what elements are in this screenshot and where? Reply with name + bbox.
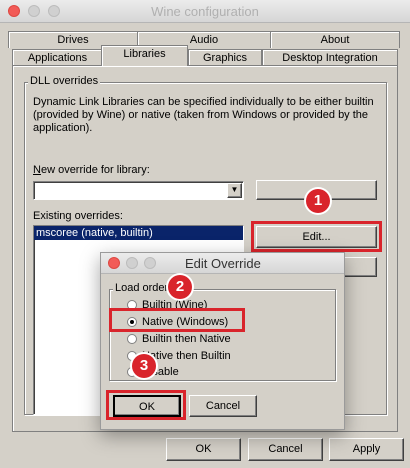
ok-highlight-box	[106, 390, 186, 420]
native-highlight-box	[109, 308, 245, 332]
dialog-zoom-button[interactable]	[144, 257, 156, 269]
ok-button[interactable]: OK	[166, 438, 241, 461]
dialog-close-button[interactable]	[108, 257, 120, 269]
dialog-cancel-button[interactable]: Cancel	[189, 395, 257, 417]
edit-highlight-box	[251, 221, 382, 252]
annotation-badge-1: 1	[306, 189, 330, 213]
dialog-minimize-button[interactable]	[126, 257, 138, 269]
dropdown-arrow-button[interactable]: ▼	[227, 183, 242, 198]
chevron-down-icon: ▼	[230, 185, 239, 194]
tab-about[interactable]: About	[270, 31, 400, 48]
radio-builtin-then-native-circle[interactable]	[127, 334, 137, 344]
new-override-label: New override for library:	[33, 164, 150, 176]
window-title: Wine configuration	[151, 4, 259, 19]
load-order-label: Load order	[113, 282, 171, 294]
radio-native-then-builtin-label: Native then Builtin	[142, 350, 231, 362]
dialog-title-bar: Edit Override	[101, 253, 344, 274]
annotation-badge-3: 3	[132, 354, 156, 378]
apply-button[interactable]: Apply	[329, 438, 404, 461]
tab-applications[interactable]: Applications	[12, 49, 103, 66]
cancel-button[interactable]: Cancel	[248, 438, 323, 461]
existing-overrides-label: Existing overrides:	[33, 210, 123, 222]
dialog-title: Edit Override	[185, 256, 261, 271]
new-override-combobox[interactable]: ▼	[33, 181, 244, 200]
tab-libraries[interactable]: Libraries	[101, 45, 188, 66]
tab-graphics[interactable]: Graphics	[188, 49, 262, 66]
tab-desktop-integration[interactable]: Desktop Integration	[262, 49, 398, 66]
window-title-bar: Wine configuration	[0, 0, 410, 23]
list-item[interactable]: mscoree (native, builtin)	[34, 226, 243, 240]
dll-overrides-label: DLL overrides	[28, 75, 101, 87]
annotation-badge-2: 2	[168, 275, 192, 299]
radio-builtin-then-native-label: Builtin then Native	[142, 333, 231, 345]
dll-description: Dynamic Link Libraries can be specified …	[33, 96, 374, 134]
